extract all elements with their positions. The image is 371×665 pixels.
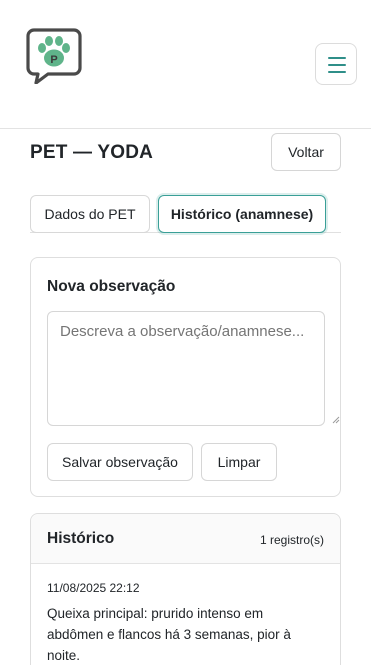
new-observation-card: Nova observação Salvar observação Limpar xyxy=(30,257,341,497)
menu-bar xyxy=(328,57,346,59)
tab-history[interactable]: Histórico (anamnese) xyxy=(158,195,326,233)
back-button[interactable]: Voltar xyxy=(271,133,341,171)
resize-grip-icon[interactable] xyxy=(332,416,340,424)
history-entry-text: Queixa principal: prurido intenso em abd… xyxy=(47,606,291,663)
history-header: Histórico 1 registro(s) xyxy=(31,514,340,564)
tab-bar: Dados do PET Histórico (anamnese) xyxy=(30,195,341,233)
history-card: Histórico 1 registro(s) 11/08/2025 22:12… xyxy=(30,513,341,665)
paw-chat-logo-icon[interactable]: P xyxy=(26,28,82,85)
navbar: P xyxy=(0,0,371,129)
clear-button[interactable]: Limpar xyxy=(201,443,277,481)
svg-text:P: P xyxy=(50,54,57,66)
tab-pet-data[interactable]: Dados do PET xyxy=(30,195,150,233)
history-title: Histórico xyxy=(47,530,115,547)
history-count: 1 registro(s) xyxy=(259,533,324,547)
observation-textarea[interactable] xyxy=(47,311,325,426)
save-observation-button[interactable]: Salvar observação xyxy=(47,443,193,481)
menu-bar xyxy=(328,71,346,73)
page-header: PET — YODA Voltar xyxy=(30,133,341,173)
hamburger-menu-button[interactable] xyxy=(315,43,357,85)
new-observation-title: Nova observação xyxy=(47,278,176,295)
page-title: PET — YODA xyxy=(30,142,154,163)
history-entry-date: 11/08/2025 22:12 xyxy=(47,581,140,595)
menu-bar xyxy=(328,64,346,66)
